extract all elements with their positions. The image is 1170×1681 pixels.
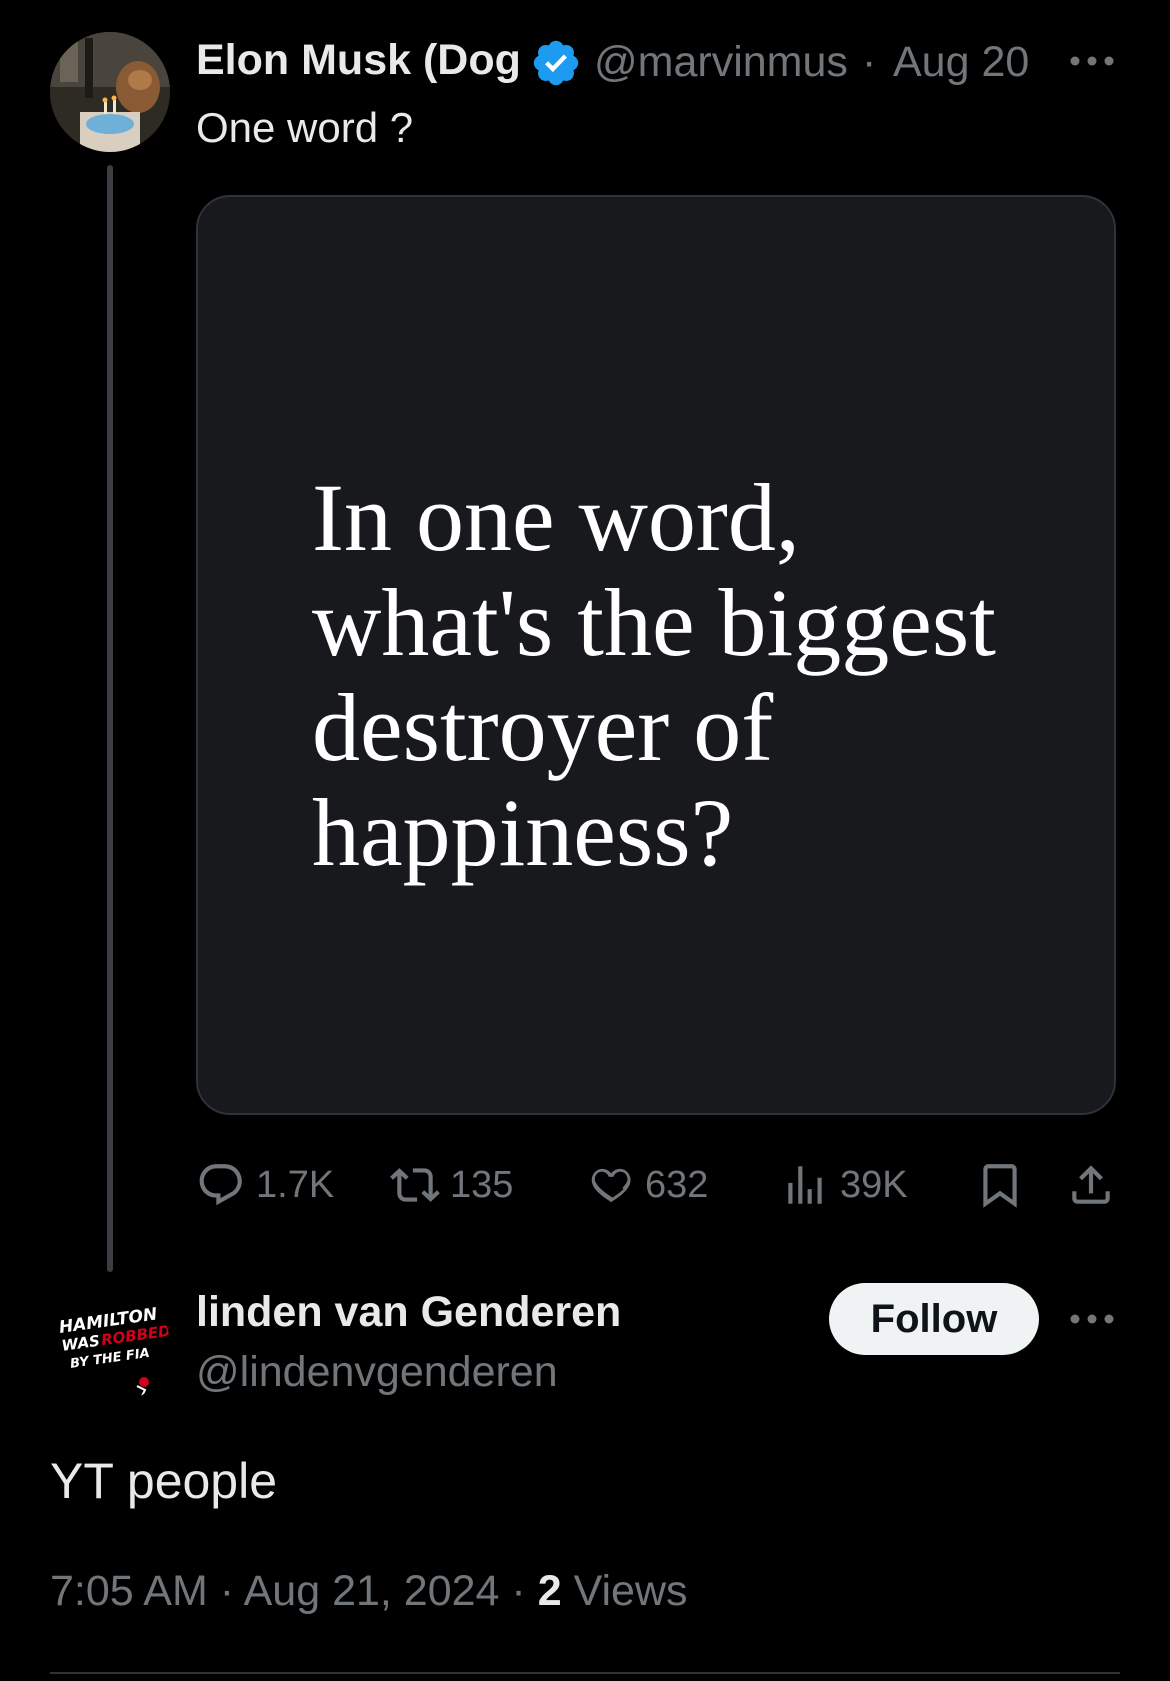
divider	[50, 1672, 1120, 1674]
like-count: 632	[645, 1163, 709, 1206]
reply-meta: 7:05 AM · Aug 21, 2024 · 2 Views	[50, 1567, 688, 1616]
avatar-logo-icon: HAMILTON WAS ROBBED BY THE FIA	[52, 1286, 170, 1404]
tweet-text: One word ?	[196, 104, 414, 151]
views-count: 39K	[840, 1163, 908, 1206]
author-avatar[interactable]	[50, 32, 170, 152]
avatar-photo-icon	[50, 32, 170, 152]
tweet-date[interactable]: Aug 20	[893, 38, 1029, 87]
reply-author-avatar[interactable]: HAMILTON WAS ROBBED BY THE FIA	[52, 1286, 170, 1404]
repost-count: 135	[450, 1163, 514, 1206]
follow-button[interactable]: Follow	[829, 1283, 1039, 1355]
more-options-icon[interactable]	[1068, 1304, 1116, 1334]
reply-count: 1.7K	[256, 1163, 335, 1206]
reply-time[interactable]: 7:05 AM	[50, 1567, 208, 1615]
views-button[interactable]: 39K	[780, 1160, 908, 1210]
heart-icon	[591, 1168, 631, 1203]
separator-dot: ·	[862, 38, 877, 86]
share-button[interactable]	[1066, 1160, 1126, 1210]
share-icon	[1072, 1165, 1110, 1204]
repost-icon	[390, 1168, 440, 1202]
views-chart-icon	[788, 1166, 822, 1204]
reply-text: YT people	[50, 1453, 278, 1509]
views-label: Views	[573, 1567, 688, 1615]
views-count: 2	[537, 1567, 562, 1615]
author-handle[interactable]: @marvinmus	[594, 38, 856, 87]
media-quote-text: In one word, what's the biggest destroye…	[312, 464, 996, 886]
bookmark-button[interactable]	[975, 1160, 1035, 1210]
reply-author-name[interactable]: linden van Genderen	[196, 1288, 621, 1337]
like-button[interactable]: 632	[585, 1160, 708, 1210]
author-name[interactable]: Elon Musk (Dog	[196, 36, 521, 85]
reply-icon	[199, 1164, 242, 1206]
reply-date[interactable]: Aug 21, 2024	[244, 1567, 500, 1615]
separator-dot: ·	[511, 1567, 526, 1615]
repost-button[interactable]: 135	[390, 1160, 513, 1210]
reply-button[interactable]: 1.7K	[196, 1160, 334, 1210]
verified-badge-icon[interactable]	[530, 37, 582, 89]
reply-author-handle[interactable]: @lindenvgenderen	[196, 1348, 558, 1397]
thread-line	[107, 165, 113, 1272]
more-options-icon[interactable]	[1068, 46, 1116, 76]
separator-dot: ·	[219, 1567, 235, 1615]
bookmark-icon	[983, 1164, 1017, 1208]
